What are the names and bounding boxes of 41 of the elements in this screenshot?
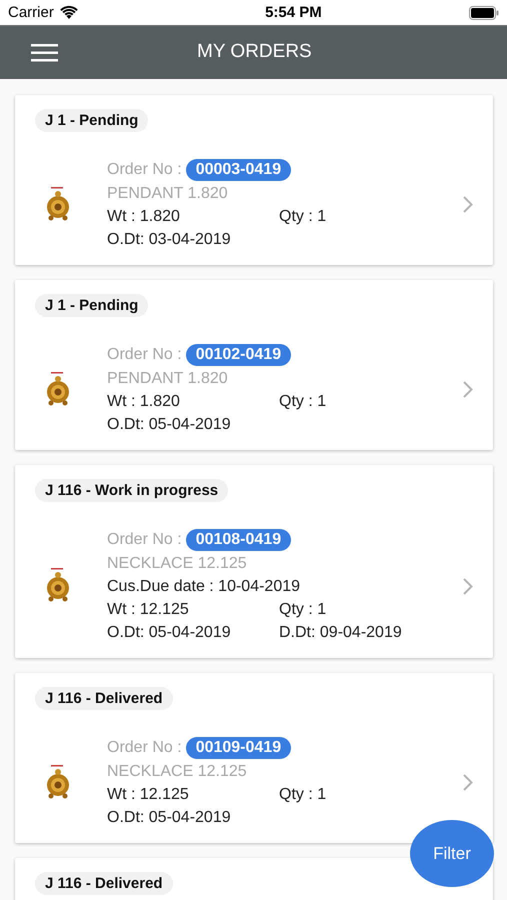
- product-name: NECKLACE 12.125: [107, 762, 248, 782]
- order-label: Order No :: [107, 346, 182, 364]
- order-number: 00109-0419: [186, 737, 292, 759]
- page-title: MY ORDERS: [197, 41, 312, 63]
- delivery-date: D.Dt: 09-04-2019: [279, 623, 403, 643]
- menu-icon[interactable]: [31, 44, 58, 62]
- product-name: NECKLACE 12.125: [107, 554, 248, 574]
- weight-text: Wt : 1.820: [107, 207, 181, 227]
- product-name: PENDANT 1.820: [107, 184, 229, 204]
- status-tag: J 116 - Delivered: [35, 872, 173, 895]
- order-date: O.Dt: 03-04-2019: [107, 230, 232, 250]
- product-name: PENDANT 1.820: [107, 369, 229, 389]
- chevron-icon: [463, 381, 473, 398]
- order-label: Order No :: [107, 739, 182, 757]
- status-tag: J 1 - Pending: [35, 109, 148, 132]
- status-tag: J 1 - Pending: [35, 294, 148, 317]
- weight-text: Wt : 12.125: [107, 785, 190, 805]
- due-date: Cus.Due date : 10-04-2019: [107, 577, 302, 597]
- status-tag: J 116 - Work in progress: [35, 479, 228, 502]
- order-date: O.Dt: 05-04-2019: [107, 623, 232, 643]
- weight-text: Wt : 12.125: [107, 600, 190, 620]
- chevron-icon: [463, 774, 473, 791]
- status-tag: J 116 - Delivered: [35, 687, 173, 710]
- order-number: 00003-0419: [186, 159, 292, 181]
- clock-time: 5:54 PM: [265, 4, 322, 21]
- weight-text: Wt : 1.820: [107, 392, 181, 412]
- order-label: Order No :: [107, 531, 182, 549]
- battery-icon: [468, 6, 499, 20]
- quantity-text: Qty : 1: [279, 600, 328, 620]
- quantity-text: Qty : 1: [279, 207, 328, 227]
- order-number: 00108-0419: [186, 529, 292, 551]
- order-number: 00102-0419: [186, 344, 292, 366]
- wifi-icon: [60, 6, 78, 19]
- quantity-text: Qty : 1: [279, 785, 328, 805]
- chevron-icon: [463, 196, 473, 213]
- chevron-icon: [463, 578, 473, 594]
- order-date: O.Dt: 05-04-2019: [107, 415, 232, 435]
- quantity-text: Qty : 1: [279, 392, 328, 412]
- order-label: Order No :: [107, 161, 182, 179]
- carrier-name: Carrier: [8, 4, 54, 21]
- order-date: O.Dt: 05-04-2019: [107, 808, 232, 828]
